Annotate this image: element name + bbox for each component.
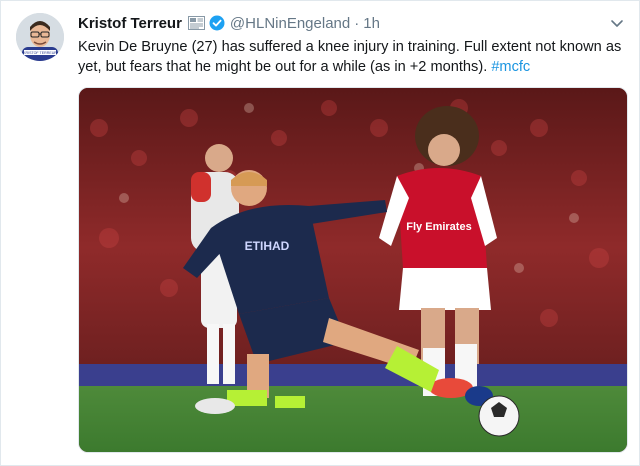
hashtag-link[interactable]: #mcfc [491,59,530,75]
author-handle[interactable]: @HLNinEngeland [230,15,350,32]
avatar-image: KRISTOF TERREUR [16,13,64,61]
avatar-caption: KRISTOF TERREUR [23,51,57,55]
tweet-photo[interactable]: Fly Emirates ETIHAD [78,87,628,453]
tweet-text-body: Kevin De Bruyne (27) has suffered a knee… [78,39,622,75]
newspaper-icon [187,16,205,30]
city-shirt-sponsor: ETIHAD [245,239,290,253]
arsenal-shirt-sponsor: Fly Emirates [406,221,471,233]
tweet-card[interactable]: KRISTOF TERREUR Kristof Terreur @HLNinEn… [0,0,640,466]
chevron-down-icon[interactable] [609,15,625,31]
verified-badge-icon [209,15,225,31]
separator-dot: · [354,14,360,32]
author-avatar[interactable]: KRISTOF TERREUR [16,13,64,61]
author-name[interactable]: Kristof Terreur [78,15,182,32]
tweet-text: Kevin De Bruyne (27) has suffered a knee… [78,37,626,77]
football-photo: Fly Emirates ETIHAD [79,88,627,452]
tweet-timestamp[interactable]: 1h [363,15,380,32]
tweet-header: Kristof Terreur @HLNinEngeland · 1h [78,13,625,33]
